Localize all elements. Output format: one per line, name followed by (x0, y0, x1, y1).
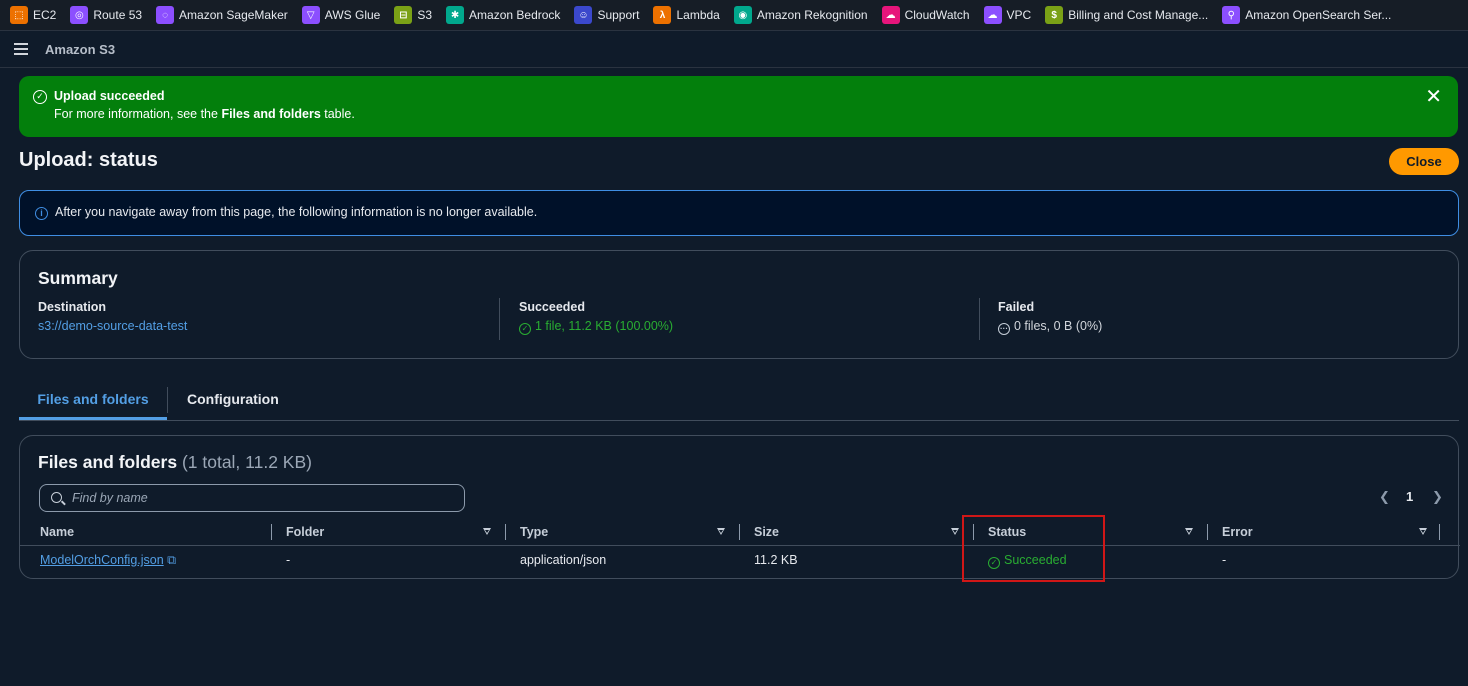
upload-success-banner: ✓ Upload succeeded For more information,… (19, 76, 1458, 137)
succeeded-column: Succeeded ✓ 1 file, 11.2 KB (100.00%) (519, 300, 673, 335)
service-name[interactable]: Amazon S3 (45, 42, 115, 57)
files-title: Files and folders (1 total, 11.2 KB) (38, 452, 312, 472)
sort-down-icon[interactable] (717, 528, 725, 535)
summary-panel: Summary Destination s3://demo-source-dat… (19, 250, 1459, 359)
favorite-s3[interactable]: ⊟ S3 (394, 6, 432, 24)
menu-icon[interactable] (14, 40, 28, 58)
flash-title: Upload succeeded (54, 89, 165, 103)
failed-label: Failed (998, 300, 1035, 314)
column-header-name[interactable]: Name (40, 525, 74, 539)
favorite-bedrock[interactable]: ✱ Amazon Bedrock (446, 6, 560, 24)
tab-divider (167, 387, 168, 413)
favorite-cloudwatch[interactable]: ☁ CloudWatch (881, 6, 970, 24)
rekognition-icon: ◉ (733, 6, 752, 24)
favorite-ec2[interactable]: ⬚ EC2 (10, 6, 56, 24)
column-resizer[interactable] (1439, 524, 1440, 540)
succeeded-value: ✓ 1 file, 11.2 KB (100.00%) (519, 319, 673, 335)
favorite-support[interactable]: ☺ Support (574, 6, 639, 24)
pending-dots-icon: ··· (998, 323, 1010, 335)
lambda-icon: λ (653, 6, 672, 24)
tab-configuration[interactable]: Configuration (187, 380, 279, 420)
column-divider (499, 298, 500, 340)
sort-down-icon[interactable] (1185, 528, 1193, 535)
cloudwatch-icon: ☁ (881, 6, 900, 24)
column-resizer[interactable] (1207, 524, 1208, 540)
support-icon: ☺ (574, 6, 593, 24)
column-resizer[interactable] (271, 524, 272, 540)
column-resizer[interactable] (739, 524, 740, 540)
sort-down-icon[interactable] (483, 528, 491, 535)
chevron-right-icon[interactable]: ❯ (1432, 489, 1443, 505)
destination-column: Destination s3://demo-source-data-test (38, 300, 187, 333)
bedrock-icon: ✱ (446, 6, 465, 24)
succeeded-label: Succeeded (519, 300, 586, 314)
favorite-sagemaker[interactable]: ◌ Amazon SageMaker (156, 6, 288, 24)
column-divider (979, 298, 980, 340)
favorite-rekognition[interactable]: ◉ Amazon Rekognition (733, 6, 868, 24)
sort-down-icon[interactable] (951, 528, 959, 535)
success-check-icon: ✓ (519, 323, 531, 335)
sagemaker-icon: ◌ (156, 6, 175, 24)
ec2-icon: ⬚ (10, 6, 28, 24)
size-cell: 11.2 KB (754, 553, 798, 567)
table-header: Name Folder Type Size Status Error (20, 522, 1460, 546)
destination-link[interactable]: s3://demo-source-data-test (38, 319, 187, 333)
destination-label: Destination (38, 300, 107, 314)
search-input[interactable]: Find by name (39, 484, 465, 512)
info-alert: i After you navigate away from this page… (19, 190, 1459, 236)
tab-files-and-folders[interactable]: Files and folders (19, 380, 167, 420)
page-title: Upload: status (19, 149, 158, 171)
opensearch-icon: ⚲ (1222, 6, 1241, 24)
glue-icon: ▽ (301, 6, 320, 24)
tab-list: Files and folders Configuration (19, 380, 1459, 421)
favorite-route53[interactable]: ◎ Route 53 (70, 6, 142, 24)
billing-icon: $ (1045, 6, 1064, 24)
sort-down-icon[interactable] (1419, 528, 1427, 535)
close-icon[interactable]: ✕ (1425, 87, 1442, 107)
favorite-opensearch[interactable]: ⚲ Amazon OpenSearch Ser... (1222, 6, 1391, 24)
files-count: (1 total, 11.2 KB) (181, 452, 312, 472)
favorite-vpc[interactable]: ☁ VPC (983, 6, 1031, 24)
s3-icon: ⊟ (394, 6, 413, 24)
column-header-error[interactable]: Error (1222, 525, 1253, 539)
search-icon (51, 492, 62, 503)
failed-value: ··· 0 files, 0 B (0%) (998, 319, 1103, 335)
column-header-type[interactable]: Type (520, 525, 548, 539)
column-resizer[interactable] (505, 524, 506, 540)
info-text: After you navigate away from this page, … (55, 205, 538, 219)
flash-body: For more information, see the Files and … (54, 107, 355, 121)
vpc-icon: ☁ (983, 6, 1002, 24)
favorite-lambda[interactable]: λ Lambda (653, 6, 720, 24)
status-highlight-box (962, 515, 1105, 582)
type-cell: application/json (520, 553, 607, 567)
search-placeholder: Find by name (72, 491, 148, 505)
files-and-folders-panel: Files and folders (1 total, 11.2 KB) Fin… (19, 435, 1460, 579)
column-header-size[interactable]: Size (754, 525, 779, 539)
table-row: ModelOrchConfig.json ⧉ - application/jso… (20, 547, 1460, 577)
favorite-billing[interactable]: $ Billing and Cost Manage... (1045, 6, 1208, 24)
chevron-left-icon[interactable]: ❮ (1379, 489, 1390, 505)
success-check-icon: ✓ (33, 90, 47, 104)
file-link[interactable]: ModelOrchConfig.json (40, 553, 164, 567)
file-name-cell: ModelOrchConfig.json ⧉ (40, 553, 176, 568)
pagination: ❮ 1 ❯ (1375, 489, 1445, 507)
folder-cell: - (286, 553, 291, 567)
page-number[interactable]: 1 (1406, 489, 1413, 504)
summary-title: Summary (38, 268, 118, 288)
column-header-folder[interactable]: Folder (286, 525, 324, 539)
error-cell: - (1222, 553, 1227, 567)
info-icon: i (35, 207, 48, 220)
route53-icon: ◎ (70, 6, 89, 24)
favorite-glue[interactable]: ▽ AWS Glue (301, 6, 380, 24)
favorites-bar: ⬚ EC2 ◎ Route 53 ◌ Amazon SageMaker ▽ AWS Gl… (0, 0, 1468, 31)
close-button[interactable]: Close (1389, 148, 1459, 175)
external-link-icon[interactable]: ⧉ (167, 553, 176, 567)
failed-column: Failed ··· 0 files, 0 B (0%) (998, 300, 1102, 335)
service-header: Amazon S3 (0, 31, 1468, 68)
